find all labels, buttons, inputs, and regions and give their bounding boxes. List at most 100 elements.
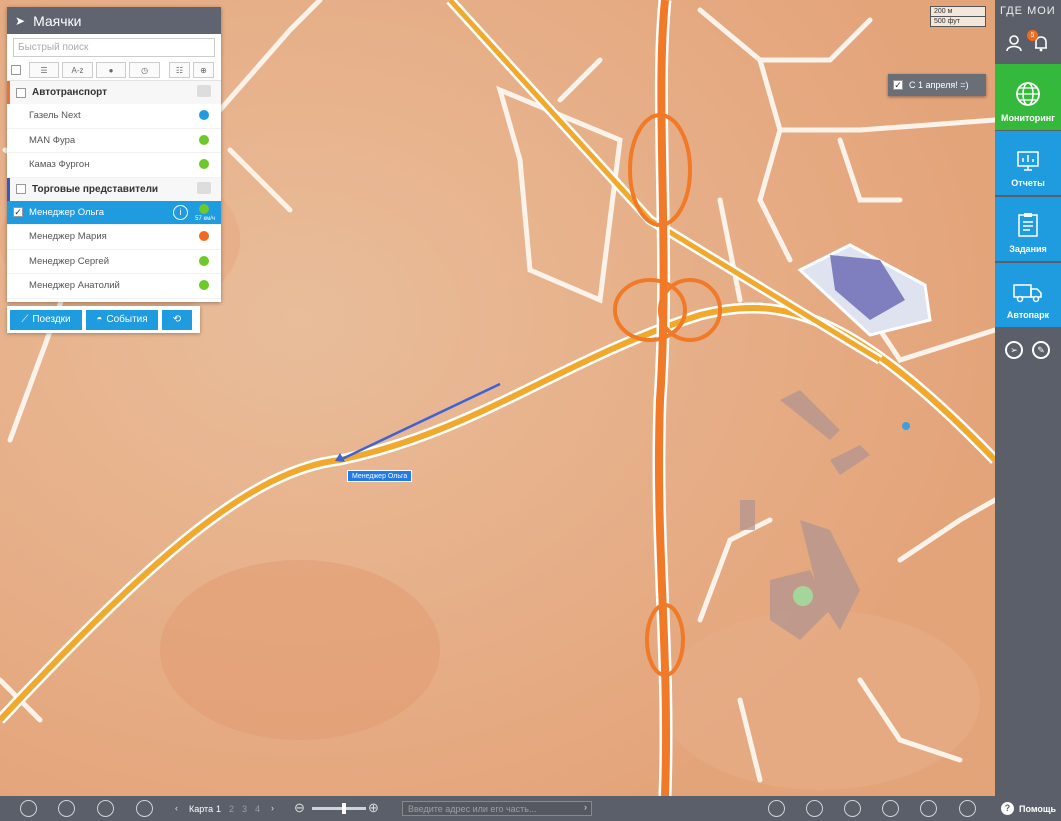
panel-title: Маячки [33,12,82,29]
prev-map-arrow[interactable]: ‹ [175,803,178,813]
item-checkbox[interactable]: ✓ [13,207,23,218]
app-logo: ГДЕ МОИ [1000,5,1056,17]
panel-actions: ⟋ Поездки ◓ События ⟲ [7,306,200,333]
address-go-arrow[interactable]: › [584,802,587,812]
speed-readout: 57 км/ч [195,215,215,222]
map-mode-icon[interactable] [959,800,976,817]
list-item[interactable]: Газель Next [7,104,221,129]
help-label[interactable]: Помощь [1019,804,1056,814]
group-sales-reps[interactable]: Торговые представители [7,177,221,201]
zoom-out-icon[interactable]: ⊖ [294,800,305,816]
sort-status-button[interactable]: ● [95,62,127,78]
panel-toolbar: ☰ A-z ● ◷ ☷ ⊕ [7,60,221,81]
zoom-slider[interactable] [312,803,366,814]
events-button[interactable]: ◓ События [86,309,158,330]
events-label: События [106,314,148,325]
status-dot [199,110,209,120]
navigation-arrow-icon: ➤ [15,13,26,28]
truck-icon [1013,284,1042,303]
nav-monitoring[interactable]: Мониторинг [995,64,1061,130]
list-item[interactable]: Менеджер Сергей [7,250,221,274]
bottom-toolbar: ‹ Карта 1 2 3 4 › ⊖ ⊕ Введите адрес или … [0,796,1061,821]
status-dot [199,280,209,290]
notification-badge: 5 [1027,30,1038,41]
item-label: Менеджер Сергей [29,255,110,267]
select-all-checkbox[interactable] [11,65,21,75]
zoom-slider-handle[interactable] [342,803,346,814]
map-notice[interactable]: ✓ С 1 апреля! =) [888,74,986,96]
address-placeholder: Введите адрес или его часть... [408,803,537,814]
share-icon[interactable] [97,800,114,817]
list-item[interactable]: MAN Фура [7,129,221,153]
group-vehicles[interactable]: Автотранспорт [7,81,221,104]
group-label: Автотранспорт [32,87,108,98]
location-pin-icon[interactable] [136,800,153,817]
layers-icon[interactable] [920,800,937,817]
map-page-2[interactable]: 2 [229,804,234,814]
nav-reports[interactable]: Отчеты [995,131,1061,195]
sort-speed-button[interactable]: ◷ [129,62,160,78]
trips-button[interactable]: ⟋ Поездки [10,309,82,330]
item-label: MAN Фура [29,134,76,146]
user-icon[interactable] [1005,34,1023,52]
nav-label: Задания [1009,244,1047,254]
list-item-selected[interactable]: ✓ Менеджер Ольга i 57 км/ч [7,200,221,225]
route-icon: ⟋ [21,314,29,325]
target-button[interactable]: ⊕ [192,62,215,78]
traffic-icon[interactable] [58,800,75,817]
status-dot [199,255,209,266]
status-dot [199,231,209,241]
sort-az-button[interactable]: A-z [62,62,93,78]
filter-settings-button[interactable]: ☷ [168,62,190,78]
zoom-in-icon[interactable]: ⊕ [368,800,379,816]
map-page-3[interactable]: 3 [242,804,247,814]
scale-metric: 200 м [930,6,986,17]
scale-imperial: 500 фут [930,17,986,27]
map-page-4[interactable]: 4 [255,804,260,814]
list-item[interactable]: Менеджер Мария [7,225,221,250]
item-label: Менеджер Ольга [29,206,105,218]
camera-icon[interactable] [806,800,823,817]
nav-label: Мониторинг [1001,113,1055,123]
chart-icon [1017,151,1039,171]
building-icon[interactable] [844,800,861,817]
list-item[interactable]: Менеджер Анатолий [7,274,221,299]
next-map-arrow[interactable]: › [271,803,274,813]
nav-label: Автопарк [1006,310,1050,320]
group-toggle[interactable] [197,181,211,194]
info-icon[interactable]: i [173,204,188,220]
trips-label: Поездки [32,314,71,325]
help-icon[interactable]: ? [1001,802,1014,815]
beacons-panel: ➤ Маячки Быстрый поиск ☰ A-z ● ◷ ☷ ⊕ Авт… [7,7,221,302]
status-dot [199,159,209,169]
history-icon: ⟲ [172,314,182,325]
wrench-icon[interactable]: ✎ [1032,341,1050,359]
group-toggle[interactable] [197,85,211,97]
group-checkbox[interactable] [16,87,26,98]
status-dot [199,203,209,214]
ruler-icon[interactable] [20,800,37,817]
bell-icon: ◓ [96,314,103,325]
navigate-icon[interactable]: ➢ [1005,341,1023,359]
group-checkbox[interactable] [16,184,26,194]
notice-text: С 1 апреля! =) [909,80,969,90]
notice-checkbox[interactable]: ✓ [893,80,903,90]
nav-fleet[interactable]: Автопарк [995,263,1061,327]
list-view-button[interactable]: ☰ [28,62,60,78]
list-item[interactable]: Камаз Фургон [7,153,221,178]
quick-search-input[interactable]: Быстрый поиск [13,38,215,57]
polygon-icon[interactable] [882,800,899,817]
map-label: Карта [189,804,214,814]
map-scale: 200 м 500 фут [930,6,986,27]
eraser-icon[interactable] [768,800,785,817]
status-dot [199,134,209,145]
notifications-icon[interactable]: 5 [1027,30,1050,52]
nav-tasks[interactable]: Задания [995,197,1061,261]
item-label: Менеджер Мария [29,231,107,243]
address-search-input[interactable]: Введите адрес или его часть... › [402,801,592,816]
map-page-1[interactable]: 1 [216,804,221,814]
item-label: Менеджер Анатолий [29,280,120,292]
history-button[interactable]: ⟲ [162,309,192,330]
clipboard-icon [1018,213,1038,237]
vehicle-marker-label[interactable]: Менеджер Ольга [347,470,413,482]
